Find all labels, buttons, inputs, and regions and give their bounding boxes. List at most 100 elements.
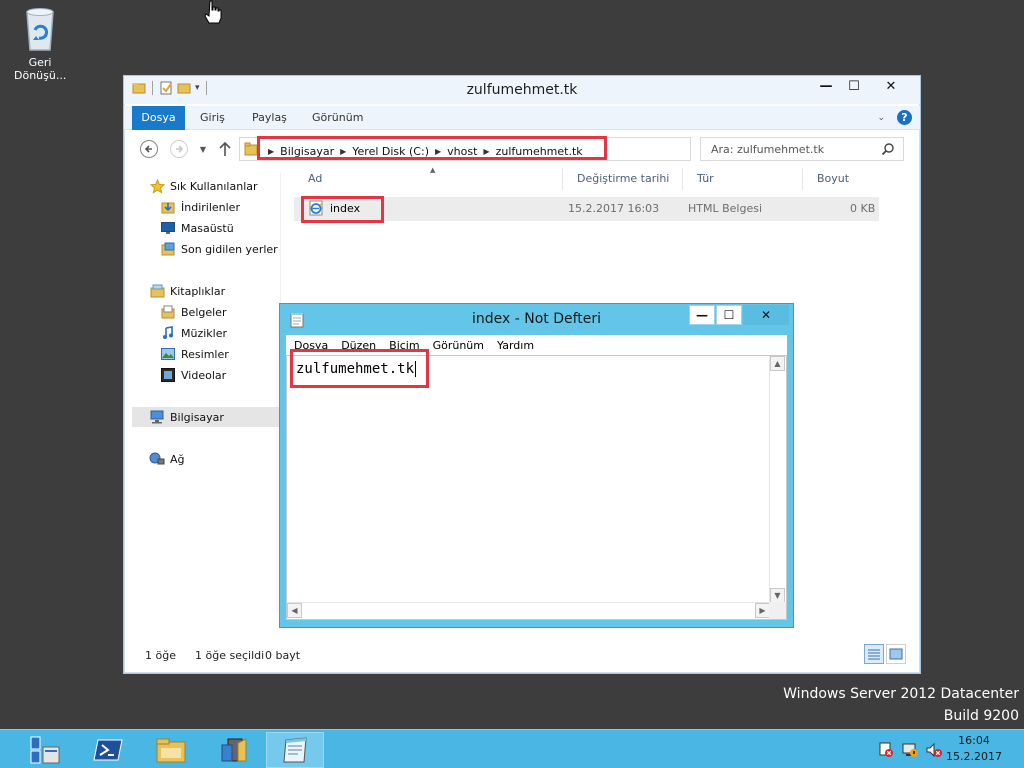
file-type: HTML Belgesi bbox=[688, 202, 763, 215]
sidebar-item-label: Videolar bbox=[181, 368, 227, 382]
network-icon bbox=[149, 451, 165, 467]
content-annotation-box bbox=[290, 349, 429, 388]
horizontal-scrollbar[interactable]: ◀ ▶ bbox=[287, 602, 770, 619]
computer-icon bbox=[149, 409, 165, 425]
sidebar-item-label: Resimler bbox=[181, 347, 229, 361]
details-view-button[interactable] bbox=[864, 644, 884, 664]
notepad-icon bbox=[283, 737, 307, 763]
ribbon-tabs: Dosya Giriş Paylaş Görünüm ⌄ ? bbox=[124, 106, 920, 130]
sidebar-item-network[interactable]: Ağ bbox=[149, 449, 297, 469]
maximize-button[interactable]: ☐ bbox=[716, 305, 742, 325]
sidebar-item-computer[interactable]: Bilgisayar bbox=[132, 407, 280, 427]
selected-count: 1 öğe seçildi bbox=[195, 649, 265, 662]
sidebar-item-recent-places[interactable]: Son gidilen yerler bbox=[160, 239, 308, 259]
tab-file[interactable]: Dosya bbox=[132, 106, 185, 130]
recycle-bin-shortcut[interactable]: Geri Dönüşü... bbox=[14, 6, 66, 82]
column-type[interactable]: Tür bbox=[682, 168, 802, 190]
tab-share[interactable]: Paylaş bbox=[242, 106, 297, 130]
sidebar-item-label: Kitaplıklar bbox=[170, 284, 226, 298]
star-icon bbox=[149, 178, 165, 194]
videos-icon bbox=[160, 367, 176, 383]
column-name[interactable]: Ad bbox=[294, 168, 562, 190]
minimize-button[interactable]: — bbox=[689, 305, 715, 325]
details-view-icon bbox=[868, 649, 880, 660]
sidebar-item-libraries[interactable]: Kitaplıklar bbox=[149, 281, 297, 301]
documents-icon bbox=[160, 304, 176, 320]
ribbon-right-controls: ⌄ ? bbox=[877, 110, 912, 125]
sidebar-item-downloads[interactable]: İndirilenler bbox=[160, 197, 308, 217]
status-bar: 1 öğe 1 öğe seçildi 0 bayt bbox=[124, 646, 920, 668]
large-icons-view-button[interactable] bbox=[886, 644, 906, 664]
tab-view[interactable]: Görünüm bbox=[302, 106, 373, 130]
back-button[interactable] bbox=[138, 138, 160, 160]
up-button[interactable] bbox=[214, 138, 236, 160]
libraries-icon bbox=[149, 283, 165, 299]
scroll-up-icon[interactable]: ▲ bbox=[770, 356, 785, 371]
selected-size: 0 bayt bbox=[265, 649, 301, 662]
pictures-icon bbox=[160, 346, 176, 362]
file-explorer-icon bbox=[156, 738, 186, 763]
vertical-scrollbar[interactable]: ▲ ▼ bbox=[769, 356, 786, 603]
iis-manager-icon bbox=[221, 738, 247, 762]
recent-locations-icon[interactable]: ▼ bbox=[192, 138, 214, 160]
sidebar-item-label: Sık Kullanılanlar bbox=[170, 179, 258, 193]
notepad-window[interactable]: index - Not Defteri — ☐ ✕ Dosya Düzen Bi… bbox=[279, 303, 794, 628]
explorer-titlebar[interactable]: ▾ zulfumehmet.tk — ☐ ✕ bbox=[124, 76, 920, 104]
search-icon[interactable] bbox=[881, 142, 895, 156]
tab-home[interactable]: Giriş bbox=[190, 106, 235, 130]
os-watermark: Windows Server 2012 Datacenter Build 920… bbox=[783, 683, 1019, 727]
search-box[interactable]: Ara: zulfumehmet.tk bbox=[700, 137, 904, 161]
column-headers: Ad Değiştirme tarihi Tür Boyut bbox=[294, 168, 882, 190]
taskbar-clock[interactable]: 16:04 15.2.2017 bbox=[946, 733, 1002, 765]
action-center-icon[interactable] bbox=[877, 741, 895, 759]
taskbar-notepad[interactable] bbox=[266, 732, 324, 768]
forward-button[interactable] bbox=[168, 138, 190, 160]
expand-ribbon-icon[interactable]: ⌄ bbox=[877, 113, 885, 123]
scroll-left-icon[interactable]: ◀ bbox=[287, 603, 302, 618]
maximize-button[interactable]: ☐ bbox=[840, 76, 868, 96]
scroll-down-icon[interactable]: ▼ bbox=[770, 588, 785, 603]
minimize-button[interactable]: — bbox=[812, 76, 840, 96]
sidebar-item-desktop[interactable]: Masaüstü bbox=[160, 218, 308, 238]
clock-time: 16:04 bbox=[958, 734, 990, 747]
sidebar-item-label: Son gidilen yerler bbox=[181, 242, 278, 256]
file-modified: 15.2.2017 16:03 bbox=[568, 202, 660, 215]
taskbar-file-explorer[interactable] bbox=[142, 732, 200, 768]
menu-view[interactable]: Görünüm bbox=[433, 339, 484, 352]
sidebar-item-favorites[interactable]: Sık Kullanılanlar bbox=[149, 176, 297, 196]
search-input[interactable]: Ara: zulfumehmet.tk bbox=[711, 143, 824, 156]
notepad-text-area[interactable]: zulfumehmet.tk ▲ ▼ ◀ ▶ bbox=[286, 355, 787, 620]
clock-date: 15.2.2017 bbox=[946, 750, 1002, 763]
volume-muted-icon[interactable] bbox=[925, 741, 943, 759]
column-size[interactable]: Boyut bbox=[802, 168, 882, 190]
scroll-right-icon[interactable]: ▶ bbox=[755, 603, 770, 618]
taskbar-powershell[interactable] bbox=[79, 732, 137, 768]
close-button[interactable]: ✕ bbox=[868, 76, 914, 96]
recycle-bin-icon bbox=[26, 8, 54, 51]
desktop-icon bbox=[160, 220, 176, 236]
file-annotation-box bbox=[301, 196, 384, 223]
downloads-icon bbox=[160, 199, 176, 215]
network-status-icon[interactable] bbox=[901, 741, 919, 759]
taskbar: 16:04 15.2.2017 bbox=[0, 729, 1024, 768]
taskbar-iis-manager[interactable] bbox=[205, 732, 263, 768]
recycle-bin-label: Geri Dönüşü... bbox=[14, 56, 67, 82]
hand-cursor-icon bbox=[204, 0, 222, 24]
close-button[interactable]: ✕ bbox=[743, 305, 789, 325]
item-count: 1 öğe bbox=[145, 649, 176, 662]
column-modified[interactable]: Değiştirme tarihi bbox=[562, 168, 682, 190]
back-arrow-icon bbox=[140, 140, 158, 158]
taskbar-server-manager[interactable] bbox=[16, 732, 74, 768]
help-icon[interactable]: ? bbox=[897, 110, 912, 125]
sort-ascending-icon: ▲ bbox=[430, 166, 436, 174]
notepad-window-controls: — ☐ ✕ bbox=[689, 305, 789, 325]
explorer-window-controls: — ☐ ✕ bbox=[812, 76, 914, 96]
recent-places-icon bbox=[160, 241, 176, 257]
menu-help[interactable]: Yardım bbox=[497, 339, 534, 352]
sidebar-item-label: İndirilenler bbox=[181, 200, 240, 214]
forward-arrow-icon bbox=[170, 140, 188, 158]
view-switcher bbox=[864, 644, 906, 664]
address-annotation-box bbox=[257, 136, 607, 160]
size-grip[interactable] bbox=[769, 602, 786, 619]
music-icon bbox=[160, 325, 176, 341]
